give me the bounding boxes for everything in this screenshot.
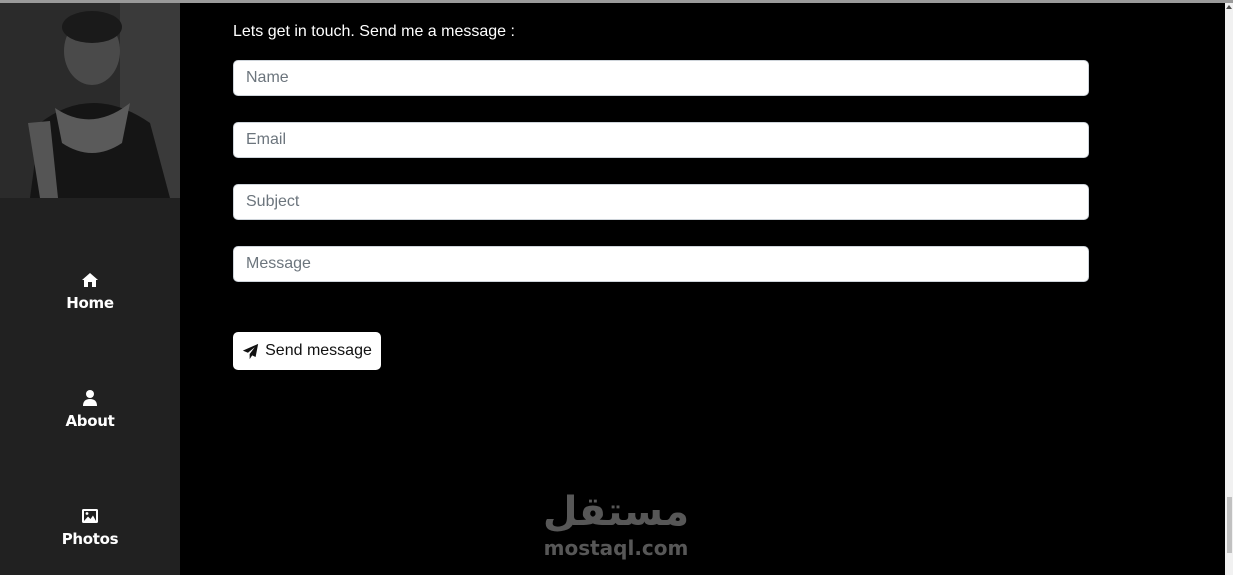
- email-field[interactable]: [233, 122, 1089, 158]
- home-icon: [82, 273, 98, 287]
- message-field[interactable]: [233, 246, 1089, 282]
- send-message-button[interactable]: Send message: [233, 332, 381, 370]
- watermark-arabic-text: مستقل: [542, 489, 690, 535]
- scroll-up-arrow-icon[interactable]: [1226, 5, 1232, 9]
- sidebar-item-label: Photos: [61, 530, 119, 548]
- paper-plane-icon: [242, 343, 259, 359]
- sidebar-item-label: About: [65, 412, 115, 430]
- window-top-border: [0, 0, 1233, 3]
- sidebar-item-about[interactable]: About: [0, 388, 180, 430]
- name-field[interactable]: [233, 60, 1089, 96]
- user-icon: [83, 390, 97, 406]
- sidebar: Home About Photos: [0, 3, 180, 575]
- scrollbar-thumb[interactable]: [1227, 497, 1232, 553]
- scrollbar-track[interactable]: [1225, 3, 1233, 575]
- sidebar-item-label: Home: [66, 294, 114, 312]
- subject-field[interactable]: [233, 184, 1089, 220]
- watermark-url-text: mostaql.com: [543, 536, 689, 560]
- image-icon: [82, 509, 98, 523]
- profile-photo: [0, 3, 180, 198]
- profile-photo-illustration: [0, 3, 180, 198]
- mostaql-watermark: مستقل mostaql.com: [540, 490, 692, 560]
- send-message-label: Send message: [265, 342, 372, 359]
- contact-intro-text: Lets get in touch. Send me a message :: [233, 23, 515, 40]
- sidebar-item-photos[interactable]: Photos: [0, 506, 180, 548]
- sidebar-item-home[interactable]: Home: [0, 270, 180, 312]
